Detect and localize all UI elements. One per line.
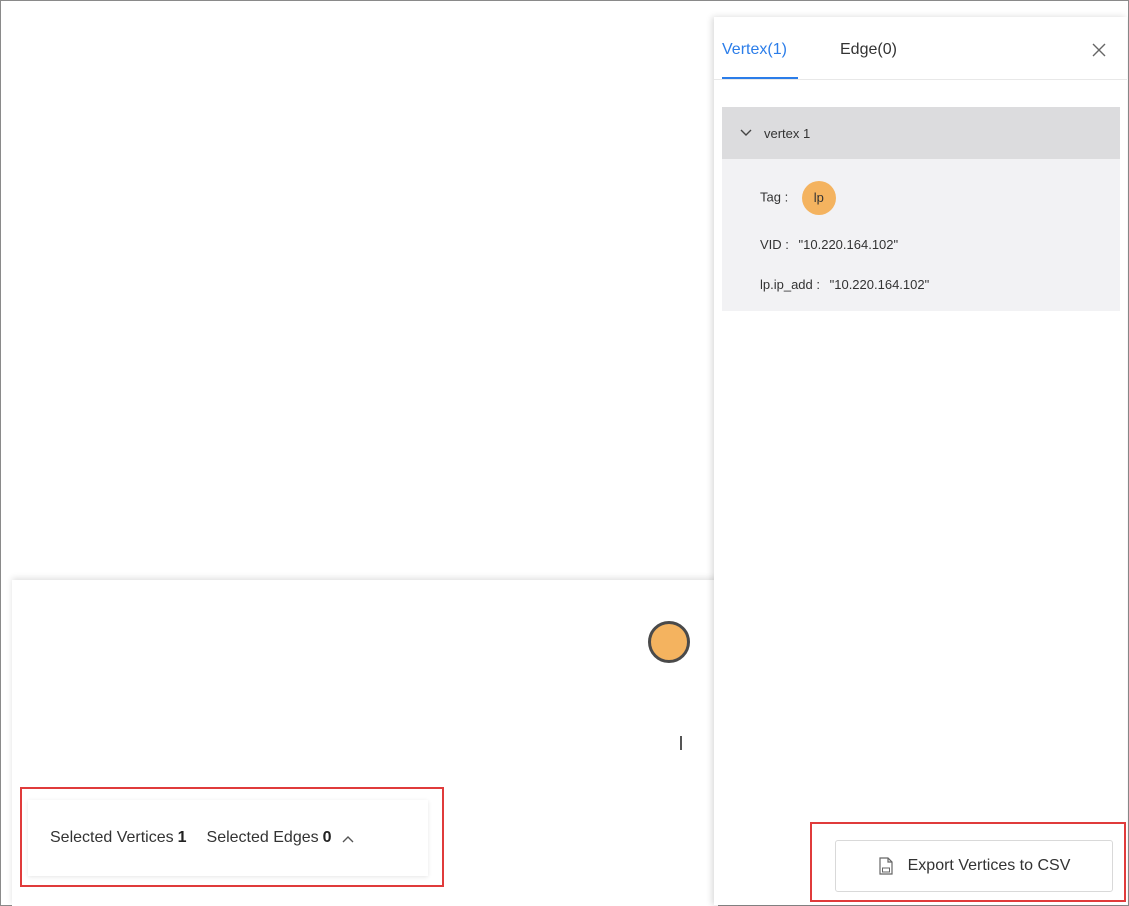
property-row: lp.ip_add : "10.220.164.102" bbox=[760, 277, 929, 292]
tag-row: Tag : lp bbox=[760, 181, 836, 215]
tabs-divider bbox=[714, 79, 1127, 80]
details-side-panel: Vertex(1) Edge(0) vertex 1 Tag : lp VID … bbox=[714, 17, 1127, 905]
details-tabs: Vertex(1) Edge(0) bbox=[714, 17, 1127, 91]
tag-badge: lp bbox=[801, 181, 836, 215]
highlight-box-status bbox=[20, 787, 444, 887]
graph-vertex-node[interactable] bbox=[648, 621, 690, 663]
property-label: lp.ip_add : bbox=[760, 277, 820, 292]
text-cursor-icon bbox=[680, 736, 682, 750]
vertex-details: Tag : lp VID : "10.220.164.102" lp.ip_ad… bbox=[722, 159, 1120, 311]
chevron-down-icon bbox=[740, 126, 752, 140]
vertex-header-label: vertex 1 bbox=[764, 125, 811, 141]
tab-vertex[interactable]: Vertex(1) bbox=[722, 41, 787, 59]
vertex-collapse-header[interactable]: vertex 1 bbox=[722, 107, 1120, 159]
highlight-box-export bbox=[810, 822, 1126, 902]
vid-value: "10.220.164.102" bbox=[798, 237, 899, 252]
tag-label: Tag : bbox=[760, 189, 789, 205]
vid-row: VID : "10.220.164.102" bbox=[760, 237, 898, 252]
property-value: "10.220.164.102" bbox=[829, 277, 930, 292]
vid-label: VID : bbox=[760, 237, 789, 252]
close-icon[interactable] bbox=[1092, 39, 1106, 61]
tab-edge[interactable]: Edge(0) bbox=[840, 41, 897, 59]
